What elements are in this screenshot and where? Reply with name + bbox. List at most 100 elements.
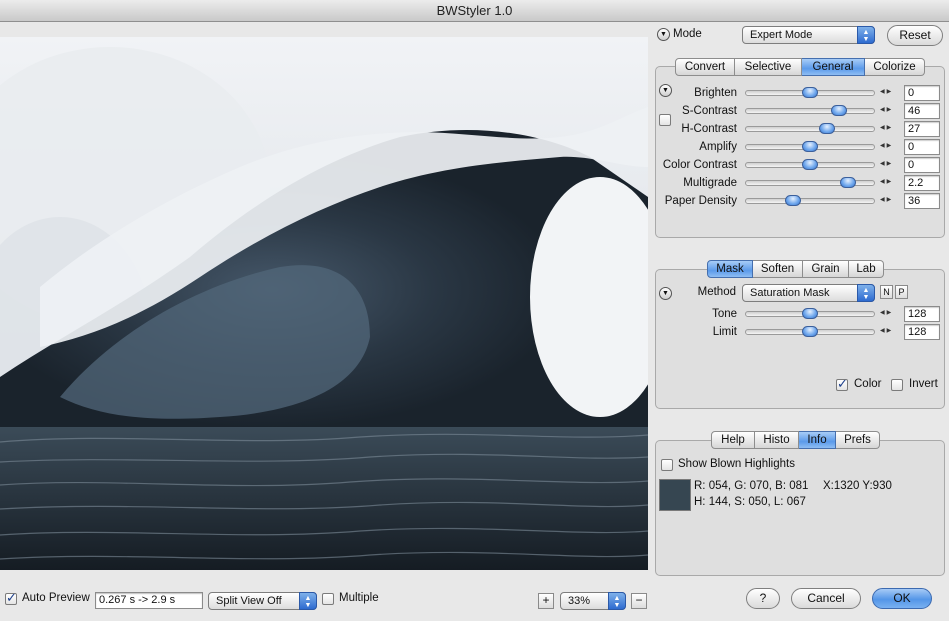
brighten-label: Brighten — [694, 87, 737, 99]
color-label: Color — [854, 378, 882, 390]
tab-convert[interactable]: Convert — [675, 58, 735, 76]
tone-value-field[interactable]: 128 — [904, 306, 940, 322]
blown-highlights-checkbox[interactable] — [661, 459, 673, 471]
split-view-popup[interactable]: Split View Off ▲ ▼ — [208, 592, 317, 610]
multigrade-value-field[interactable]: 2.2 — [904, 175, 940, 191]
xy-readout: X:1320 Y:930 — [823, 480, 892, 492]
preview-controls: Auto Preview 0.267 s -> 2.9 s Split View… — [0, 584, 650, 621]
amplify-stepper-icon[interactable]: ◀▶ — [880, 142, 893, 149]
h-contrast-stepper-icon[interactable]: ◀▶ — [880, 124, 893, 131]
h-contrast-label: H-Contrast — [681, 123, 737, 135]
multigrade-slider-thumb[interactable] — [840, 177, 857, 188]
tab-lab[interactable]: Lab — [849, 260, 884, 278]
help-button[interactable]: ? — [746, 588, 780, 609]
tone-slider-thumb[interactable] — [802, 308, 818, 319]
multigrade-slider[interactable] — [745, 177, 875, 188]
paper-density-slider-thumb[interactable] — [785, 195, 802, 206]
blown-highlights-label: Show Blown Highlights — [678, 458, 795, 470]
p-button[interactable]: P — [895, 285, 908, 299]
tab-info[interactable]: Info — [799, 431, 836, 449]
multigrade-row: Multigrade ◀▶ 2.2 — [0, 174, 949, 192]
auto-preview-checkbox[interactable] — [5, 590, 17, 606]
s-contrast-slider-thumb[interactable] — [831, 105, 848, 116]
tab-colorize[interactable]: Colorize — [865, 58, 925, 76]
s-contrast-row: S-Contrast ◀▶ 46 — [0, 102, 949, 120]
h-contrast-value-field[interactable]: 27 — [904, 121, 940, 137]
multigrade-stepper-icon[interactable]: ◀▶ — [880, 178, 893, 185]
s-contrast-value-field[interactable]: 46 — [904, 103, 940, 119]
amplify-slider-thumb[interactable] — [802, 141, 818, 152]
zoom-out-button[interactable]: − — [631, 593, 647, 609]
multigrade-label: Multigrade — [683, 177, 737, 189]
zoom-value: 33% — [568, 595, 591, 607]
color-contrast-stepper-icon[interactable]: ◀▶ — [880, 160, 893, 167]
limit-value-field[interactable]: 128 — [904, 324, 940, 340]
amplify-value-field[interactable]: 0 — [904, 139, 940, 155]
n-button[interactable]: N — [880, 285, 893, 299]
limit-slider-thumb[interactable] — [802, 326, 818, 337]
color-contrast-row: Color Contrast ◀▶ 0 — [0, 156, 949, 174]
mode-value: Expert Mode — [750, 29, 813, 41]
paper-density-value-field[interactable]: 36 — [904, 193, 940, 209]
mode-popup[interactable]: Expert Mode ▲ ▼ — [742, 26, 875, 44]
color-checkbox[interactable] — [836, 376, 848, 392]
invert-checkbox[interactable] — [891, 379, 903, 391]
mask-disclosure-icon[interactable]: ▼ — [659, 287, 672, 300]
window-titlebar: BWStyler 1.0 — [0, 0, 949, 22]
paper-density-row: Paper Density ◀▶ 36 — [0, 192, 949, 210]
cancel-button[interactable]: Cancel — [791, 588, 861, 609]
color-contrast-slider[interactable] — [745, 159, 875, 170]
multiple-checkbox[interactable] — [322, 593, 334, 605]
color-contrast-slider-thumb[interactable] — [802, 159, 818, 170]
color-swatch — [659, 479, 691, 511]
zoom-popup[interactable]: 33% ▲ ▼ — [560, 592, 626, 610]
tab-prefs[interactable]: Prefs — [836, 431, 880, 449]
s-contrast-slider[interactable] — [745, 105, 875, 116]
reset-button[interactable]: Reset — [887, 25, 943, 46]
paper-density-slider[interactable] — [745, 195, 875, 206]
mode-disclosure-icon[interactable]: ▼ — [657, 28, 670, 41]
paper-density-stepper-icon[interactable]: ◀▶ — [880, 196, 893, 203]
limit-slider[interactable] — [745, 326, 875, 337]
auto-preview-label: Auto Preview — [22, 592, 90, 604]
brighten-slider[interactable] — [745, 87, 875, 98]
info-tabs: Help Histo Info Prefs — [711, 431, 880, 449]
tab-histo[interactable]: Histo — [755, 431, 799, 449]
window-title: BWStyler 1.0 — [436, 3, 513, 18]
tab-grain[interactable]: Grain — [803, 260, 849, 278]
method-popup[interactable]: Saturation Mask ▲ ▼ — [742, 284, 875, 302]
hsl-readout: H: 144, S: 050, L: 067 — [694, 496, 806, 508]
h-contrast-slider[interactable] — [745, 123, 875, 134]
popup-arrows-icon: ▲ ▼ — [857, 26, 875, 44]
brighten-stepper-icon[interactable]: ◀▶ — [880, 88, 893, 95]
mode-label: Mode — [673, 28, 702, 40]
invert-label: Invert — [909, 378, 938, 390]
split-view-value: Split View Off — [216, 595, 282, 607]
popup-arrows-icon: ▲ ▼ — [608, 592, 626, 610]
tab-mask[interactable]: Mask — [707, 260, 753, 278]
rgb-readout: R: 054, G: 070, B: 081 — [694, 480, 809, 492]
ok-button[interactable]: OK — [872, 588, 932, 609]
multiple-label: Multiple — [339, 592, 379, 604]
method-label: Method — [697, 286, 736, 298]
timing-field: 0.267 s -> 2.9 s — [95, 592, 203, 609]
tone-stepper-icon[interactable]: ◀▶ — [880, 309, 893, 316]
brighten-slider-thumb[interactable] — [802, 87, 818, 98]
zoom-in-button[interactable]: + — [538, 593, 554, 609]
tab-selective[interactable]: Selective — [735, 58, 802, 76]
h-contrast-slider-thumb[interactable] — [818, 123, 835, 134]
paper-density-label: Paper Density — [664, 195, 737, 207]
s-contrast-stepper-icon[interactable]: ◀▶ — [880, 106, 893, 113]
tone-label: Tone — [712, 308, 737, 320]
color-contrast-label: Color Contrast — [662, 159, 737, 171]
color-contrast-value-field[interactable]: 0 — [904, 157, 940, 173]
tab-soften[interactable]: Soften — [753, 260, 803, 278]
tone-slider[interactable] — [745, 308, 875, 319]
amplify-slider[interactable] — [745, 141, 875, 152]
tab-help[interactable]: Help — [711, 431, 755, 449]
tab-general[interactable]: General — [802, 58, 865, 76]
limit-label: Limit — [712, 326, 737, 338]
brighten-value-field[interactable]: 0 — [904, 85, 940, 101]
limit-stepper-icon[interactable]: ◀▶ — [880, 327, 893, 334]
amplify-label: Amplify — [699, 141, 737, 153]
